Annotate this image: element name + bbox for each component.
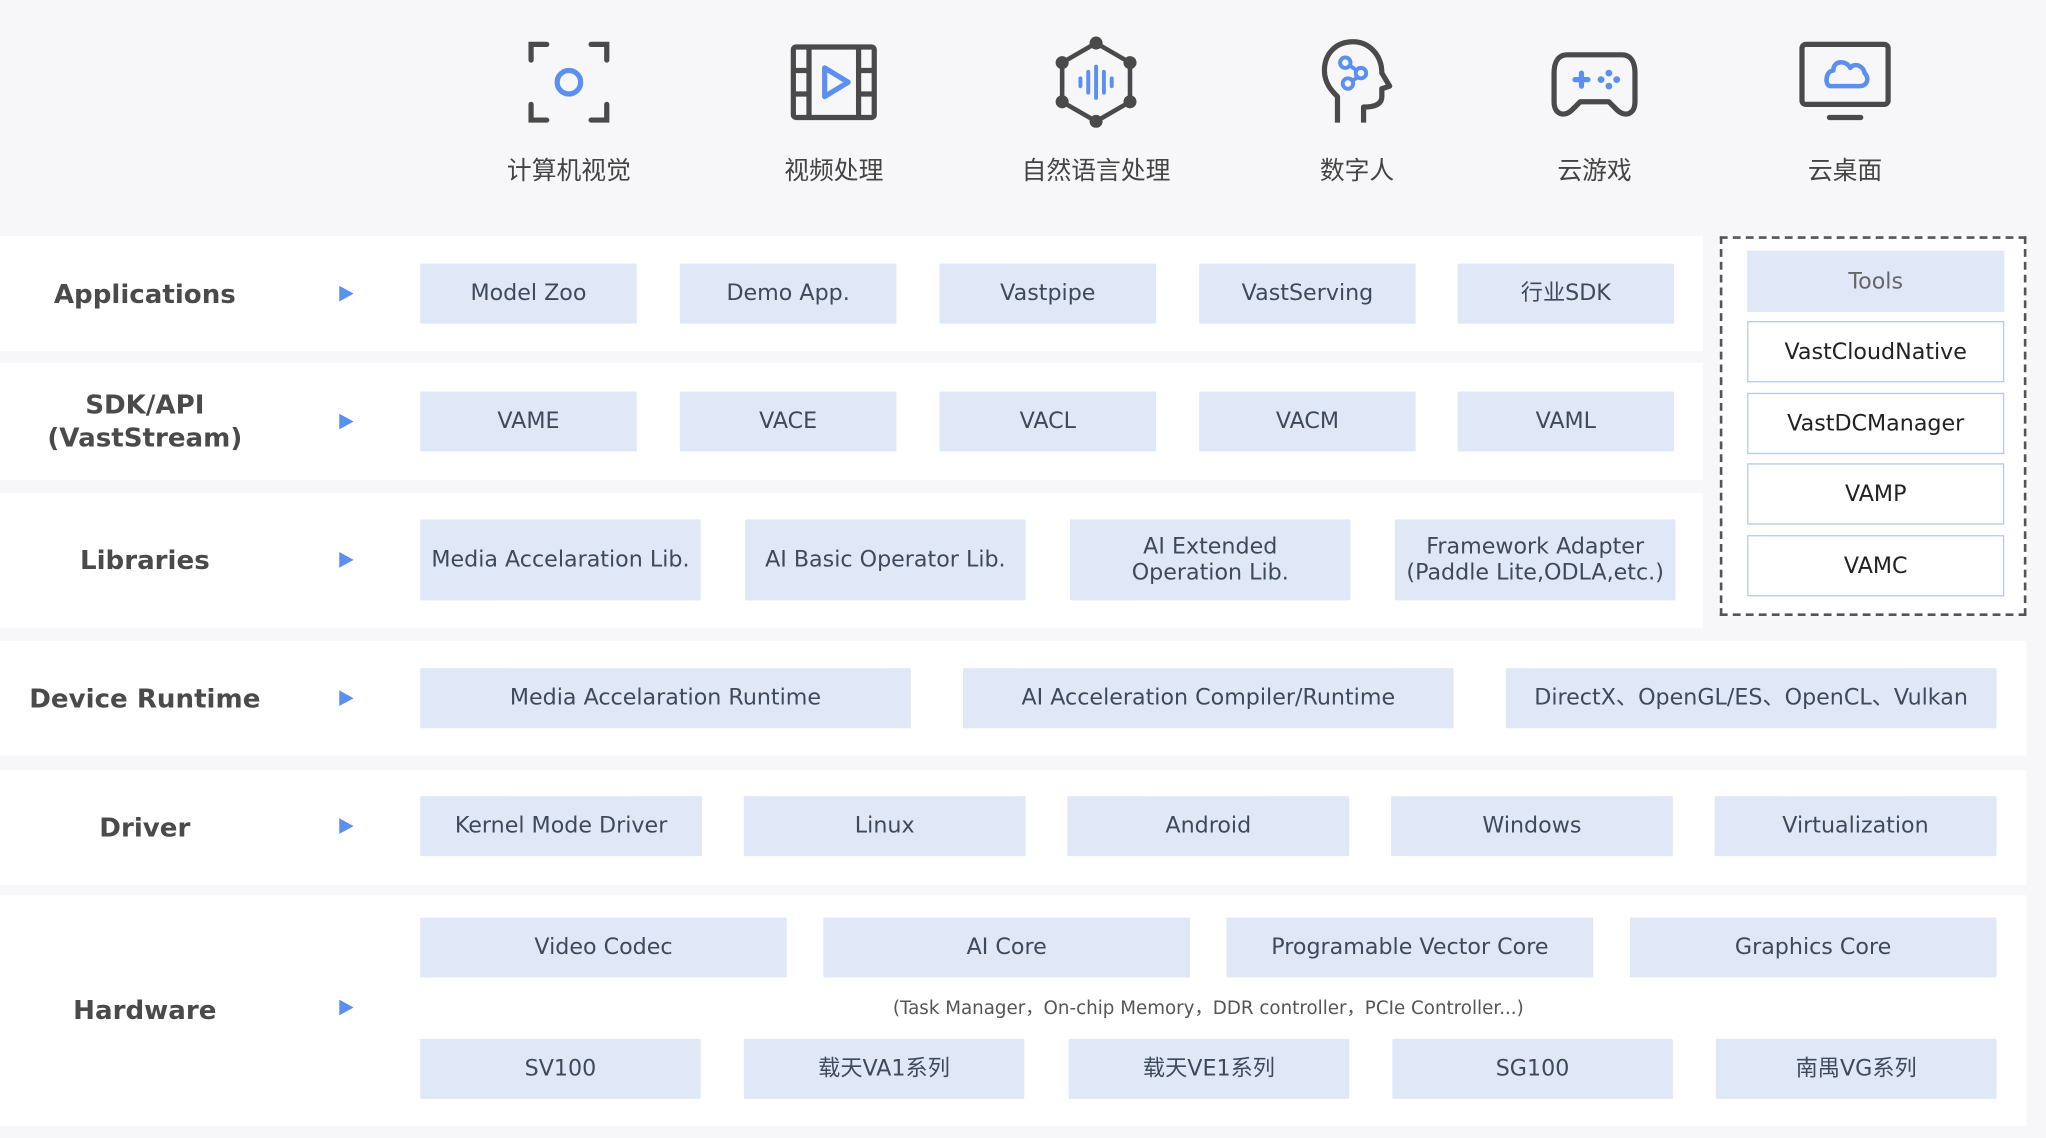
arrow-right-icon [339,818,354,834]
libraries-item: AI Extended Operation Lib. [1069,519,1351,601]
hardware-chip: 载天VA1系列 [743,1038,1025,1099]
sdk-item: VAML [1457,391,1675,452]
applications-item: Vastpipe [939,263,1157,324]
hardware-core: AI Core [823,917,1191,978]
libraries-item: AI Basic Operator Lib. [745,519,1026,601]
app-cloud-desktop: 云桌面 [1741,37,1950,187]
hardware-core: Graphics Core [1629,917,1997,978]
hardware-chip: 载天VE1系列 [1068,1038,1350,1099]
cloud-gaming-icon [1551,52,1638,117]
digital-human-icon [1321,39,1393,123]
app-label: 云桌面 [1807,156,1883,186]
app-label: 计算机视觉 [506,156,631,186]
hardware-chip: 南禺VG系列 [1715,1038,1997,1099]
app-computer-vision: 计算机视觉 [465,37,674,187]
app-cloud-gaming: 云游戏 [1490,37,1699,187]
row-label-driver: Driver [99,811,191,843]
tools-item: VastDCManager [1747,392,2005,455]
hardware-chip: SV100 [420,1038,701,1099]
tools-item: VAMP [1747,463,2005,525]
app-nlp: 自然语言处理 [992,36,1201,187]
app-label: 云游戏 [1557,156,1632,186]
arrow-right-icon [339,999,354,1016]
tools-item: VastCloudNative [1747,321,2005,383]
tools-title: Tools [1747,250,2005,312]
sdk-item: VACM [1199,391,1416,452]
applications-item: Demo App. [679,263,897,324]
app-label: 视频处理 [784,156,884,186]
cloud-desktop-icon [1799,41,1891,121]
arrow-right-icon [339,552,354,568]
tools-item: VAMC [1747,535,2005,597]
driver-item: Virtualization [1714,796,1997,857]
arrow-right-icon [339,690,354,707]
driver-item: Windows [1390,796,1673,857]
row-label-hardware: Hardware [73,994,217,1026]
architecture-diagram: 计算机视觉 视频处理 自然语言处理 数字人 云游戏 云桌面 Applicatio… [0,0,2046,1138]
runtime-item: Media Accelaration Runtime [420,668,911,729]
computer-vision-icon [528,41,610,123]
row-label-runtime: Device Runtime [29,681,261,714]
app-label: 数字人 [1319,156,1395,186]
hardware-core: Video Codec [420,917,787,978]
video-processing-icon [790,44,877,121]
driver-item: Android [1067,796,1350,857]
runtime-item: DirectX、OpenGL/ES、OpenCL、Vulkan [1505,668,1997,729]
runtime-item: AI Acceleration Compiler/Runtime [962,668,1454,729]
row-label-applications: Applications [53,277,236,309]
driver-item: Kernel Mode Driver [420,796,703,857]
app-digital-human: 数字人 [1253,37,1462,187]
libraries-item: Framework Adapter (Paddle Lite,ODLA,etc.… [1394,519,1676,601]
applications-item: VastServing [1199,263,1416,324]
hardware-core: Programable Vector Core [1226,917,1594,978]
driver-item: Linux [743,796,1026,857]
app-label: 自然语言处理 [1021,156,1171,186]
hardware-note: (Task Manager，On-chip Memory，DDR control… [892,998,1524,1020]
row-label-sdk: SDK/API (VastStream) [47,388,243,453]
hardware-chip: SG100 [1392,1038,1673,1099]
libraries-item: Media Accelaration Lib. [420,519,701,601]
sdk-item: VAME [420,391,637,452]
applications-item: Model Zoo [420,263,637,324]
app-video-processing: 视频处理 [729,37,938,187]
applications-item: 行业SDK [1457,263,1675,324]
tools-panel: Tools VastCloudNative VastDCManager VAMP… [1719,236,2027,616]
row-label-libraries: Libraries [79,544,210,576]
arrow-right-icon [339,285,354,302]
sdk-item: VACE [679,391,897,452]
nlp-icon [1055,36,1137,128]
arrow-right-icon [339,413,354,430]
sdk-item: VACL [939,391,1157,452]
